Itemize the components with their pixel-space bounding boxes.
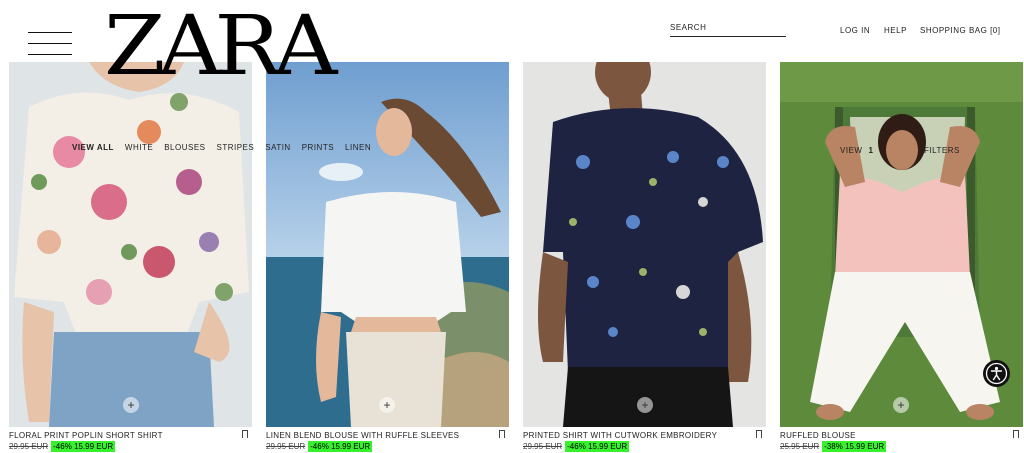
bookmark-icon[interactable]	[499, 430, 505, 438]
filter-satin[interactable]: SATIN	[265, 143, 290, 152]
product-price: 29.95 EUR -46% 15.99 EUR	[9, 441, 116, 452]
product-price: 29.95 EUR -46% 15.99 EUR	[266, 441, 373, 452]
zara-logo[interactable]: ZARA	[104, 4, 337, 90]
discount-badge: -46% 15.99 EUR	[565, 441, 630, 452]
old-price: 25.95 EUR	[780, 442, 820, 451]
category-filters: VIEW ALL WHITE BLOUSES STRIPES SATIN PRI…	[72, 143, 371, 152]
product-name[interactable]: RUFFLED BLOUSE	[780, 431, 856, 440]
discount-badge: -38% 15.99 EUR	[822, 441, 887, 452]
filter-white[interactable]: WHITE	[125, 143, 153, 152]
view-selector[interactable]: VIEW 1	[840, 146, 873, 155]
add-to-cart-plus-icon[interactable]: +	[379, 397, 395, 413]
product-image[interactable]: +	[266, 62, 509, 427]
filter-linen[interactable]: LINEN	[345, 143, 371, 152]
bookmark-icon[interactable]	[756, 430, 762, 438]
filter-stripes[interactable]: STRIPES	[217, 143, 255, 152]
login-link[interactable]: LOG IN	[840, 26, 870, 35]
bookmark-icon[interactable]	[1013, 430, 1019, 438]
old-price: 29.95 EUR	[523, 442, 563, 451]
filter-blouses[interactable]: BLOUSES	[164, 143, 205, 152]
product-price: 29.95 EUR -46% 15.99 EUR	[523, 441, 630, 452]
search-field[interactable]	[670, 23, 786, 37]
product-price: 25.95 EUR -38% 15.99 EUR	[780, 441, 887, 452]
add-to-cart-plus-icon[interactable]: +	[637, 397, 653, 413]
hamburger-menu-icon[interactable]	[28, 32, 72, 56]
product-image[interactable]: +	[9, 62, 252, 427]
help-link[interactable]: HELP	[884, 26, 907, 35]
view-label: VIEW	[840, 146, 863, 155]
discount-badge: -46% 15.99 EUR	[308, 441, 373, 452]
old-price: 29.95 EUR	[9, 442, 49, 451]
view-value[interactable]: 1	[868, 146, 873, 155]
shopping-bag-link[interactable]: SHOPPING BAG [0]	[920, 26, 1000, 35]
filter-prints[interactable]: PRINTS	[302, 143, 334, 152]
filter-view-all[interactable]: VIEW ALL	[72, 143, 114, 152]
add-to-cart-plus-icon[interactable]: +	[893, 397, 909, 413]
old-price: 29.95 EUR	[266, 442, 306, 451]
product-image[interactable]: +	[523, 62, 766, 427]
search-input[interactable]	[670, 23, 786, 32]
filters-button[interactable]: FILTERS	[924, 146, 960, 155]
add-to-cart-plus-icon[interactable]: +	[123, 397, 139, 413]
accessibility-icon[interactable]	[983, 360, 1010, 387]
product-name[interactable]: PRINTED SHIRT WITH CUTWORK EMBROIDERY	[523, 431, 717, 440]
discount-badge: -46% 15.99 EUR	[51, 441, 116, 452]
product-name[interactable]: FLORAL PRINT POPLIN SHORT SHIRT	[9, 431, 163, 440]
bookmark-icon[interactable]	[242, 430, 248, 438]
product-name[interactable]: LINEN BLEND BLOUSE WITH RUFFLE SLEEVES	[266, 431, 459, 440]
